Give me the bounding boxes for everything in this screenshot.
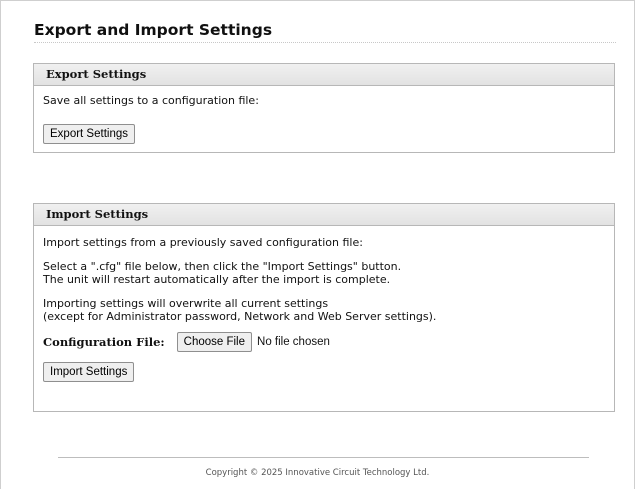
- copyright-text: Copyright © 2025 Innovative Circuit Tech…: [205, 468, 430, 478]
- configuration-file-row: Configuration File: Choose File No file …: [43, 332, 614, 352]
- page-title: Export and Import Settings: [34, 18, 616, 43]
- import-instructions-line2: The unit will restart automatically afte…: [43, 273, 391, 286]
- export-settings-panel: Export Settings Save all settings to a c…: [33, 63, 615, 153]
- import-instructions-line1: Select a ".cfg" file below, then click t…: [43, 260, 402, 273]
- export-description: Save all settings to a configuration fil…: [43, 94, 259, 107]
- import-warning-line1: Importing settings will overwrite all cu…: [43, 297, 329, 310]
- import-intro: Import settings from a previously saved …: [43, 236, 363, 249]
- import-settings-button[interactable]: Import Settings: [43, 362, 135, 382]
- import-settings-panel: Import Settings Import settings from a p…: [33, 203, 615, 412]
- export-settings-header: Export Settings: [34, 64, 614, 86]
- import-settings-header: Import Settings: [34, 204, 614, 226]
- configuration-file-label: Configuration File:: [43, 334, 165, 349]
- no-file-chosen-text: No file chosen: [257, 335, 330, 348]
- import-warning-line2: (except for Administrator password, Netw…: [43, 310, 437, 323]
- export-settings-button[interactable]: Export Settings: [43, 124, 135, 144]
- footer-divider: [58, 457, 589, 458]
- choose-file-button[interactable]: Choose File: [176, 332, 253, 352]
